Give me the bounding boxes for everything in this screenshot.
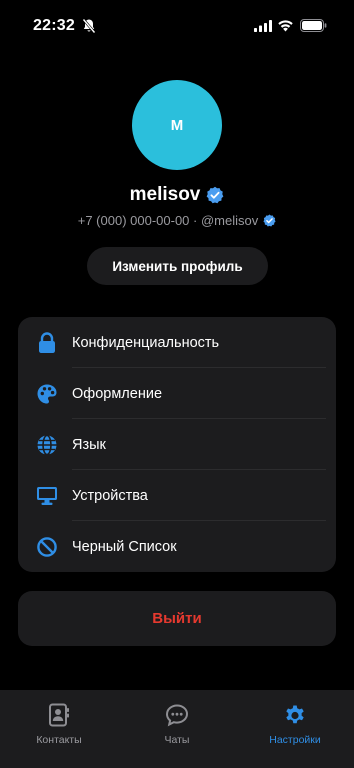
settings-screen: 22:32 M melisov +7 (000) 000-00-00 · @me…: [0, 0, 354, 768]
status-bar: 22:32: [0, 0, 354, 52]
tab-label: Контакты: [36, 734, 82, 746]
settings-item-appearance[interactable]: Оформление: [18, 368, 336, 419]
tab-settings[interactable]: Настройки: [236, 690, 354, 768]
monitor-icon: [36, 485, 58, 507]
edit-profile-button[interactable]: Изменить профиль: [87, 247, 268, 285]
settings-item-label: Черный Список: [72, 538, 177, 555]
tab-chats[interactable]: Чаты: [118, 690, 236, 768]
palette-icon: [36, 383, 58, 405]
lock-icon: [36, 331, 58, 354]
profile-subtitle-row: +7 (000) 000-00-00 · @melisov: [0, 210, 354, 230]
bell-muted-icon: [82, 18, 96, 34]
tab-label: Чаты: [164, 734, 190, 746]
settings-item-label: Оформление: [72, 385, 163, 402]
contacts-icon: [47, 703, 71, 727]
settings-item-language[interactable]: Язык: [18, 419, 336, 470]
avatar[interactable]: M: [132, 80, 222, 170]
verified-badge-icon: [207, 186, 224, 204]
profile-name-row: melisov: [0, 182, 354, 208]
cellular-signal-icon: [254, 20, 272, 32]
settings-item-privacy[interactable]: Конфиденциальность: [18, 317, 336, 368]
settings-item-devices[interactable]: Устройства: [18, 470, 336, 521]
settings-item-label: Устройства: [72, 487, 148, 504]
gear-icon: [283, 703, 307, 727]
verified-badge-icon: [263, 214, 276, 226]
block-icon: [36, 536, 58, 558]
globe-icon: [36, 434, 58, 456]
avatar-initial: M: [170, 116, 184, 134]
chat-icon: [165, 703, 189, 727]
settings-item-label: Язык: [72, 436, 106, 453]
tab-bar: Контакты Чаты Настройки: [0, 690, 354, 768]
profile-phone-username: +7 (000) 000-00-00 · @melisov: [77, 212, 259, 228]
settings-item-blacklist[interactable]: Черный Список: [18, 521, 336, 572]
profile-name: melisov: [129, 184, 201, 205]
tab-label: Настройки: [269, 734, 321, 746]
logout-button[interactable]: Выйти: [18, 591, 336, 646]
wifi-icon: [278, 20, 293, 32]
settings-item-label: Конфиденциальность: [72, 334, 220, 351]
status-time: 22:32: [33, 17, 75, 34]
battery-icon: [300, 19, 327, 32]
settings-list: Конфиденциальность Оформление Язык Устро…: [18, 317, 336, 572]
tab-contacts[interactable]: Контакты: [0, 690, 118, 768]
